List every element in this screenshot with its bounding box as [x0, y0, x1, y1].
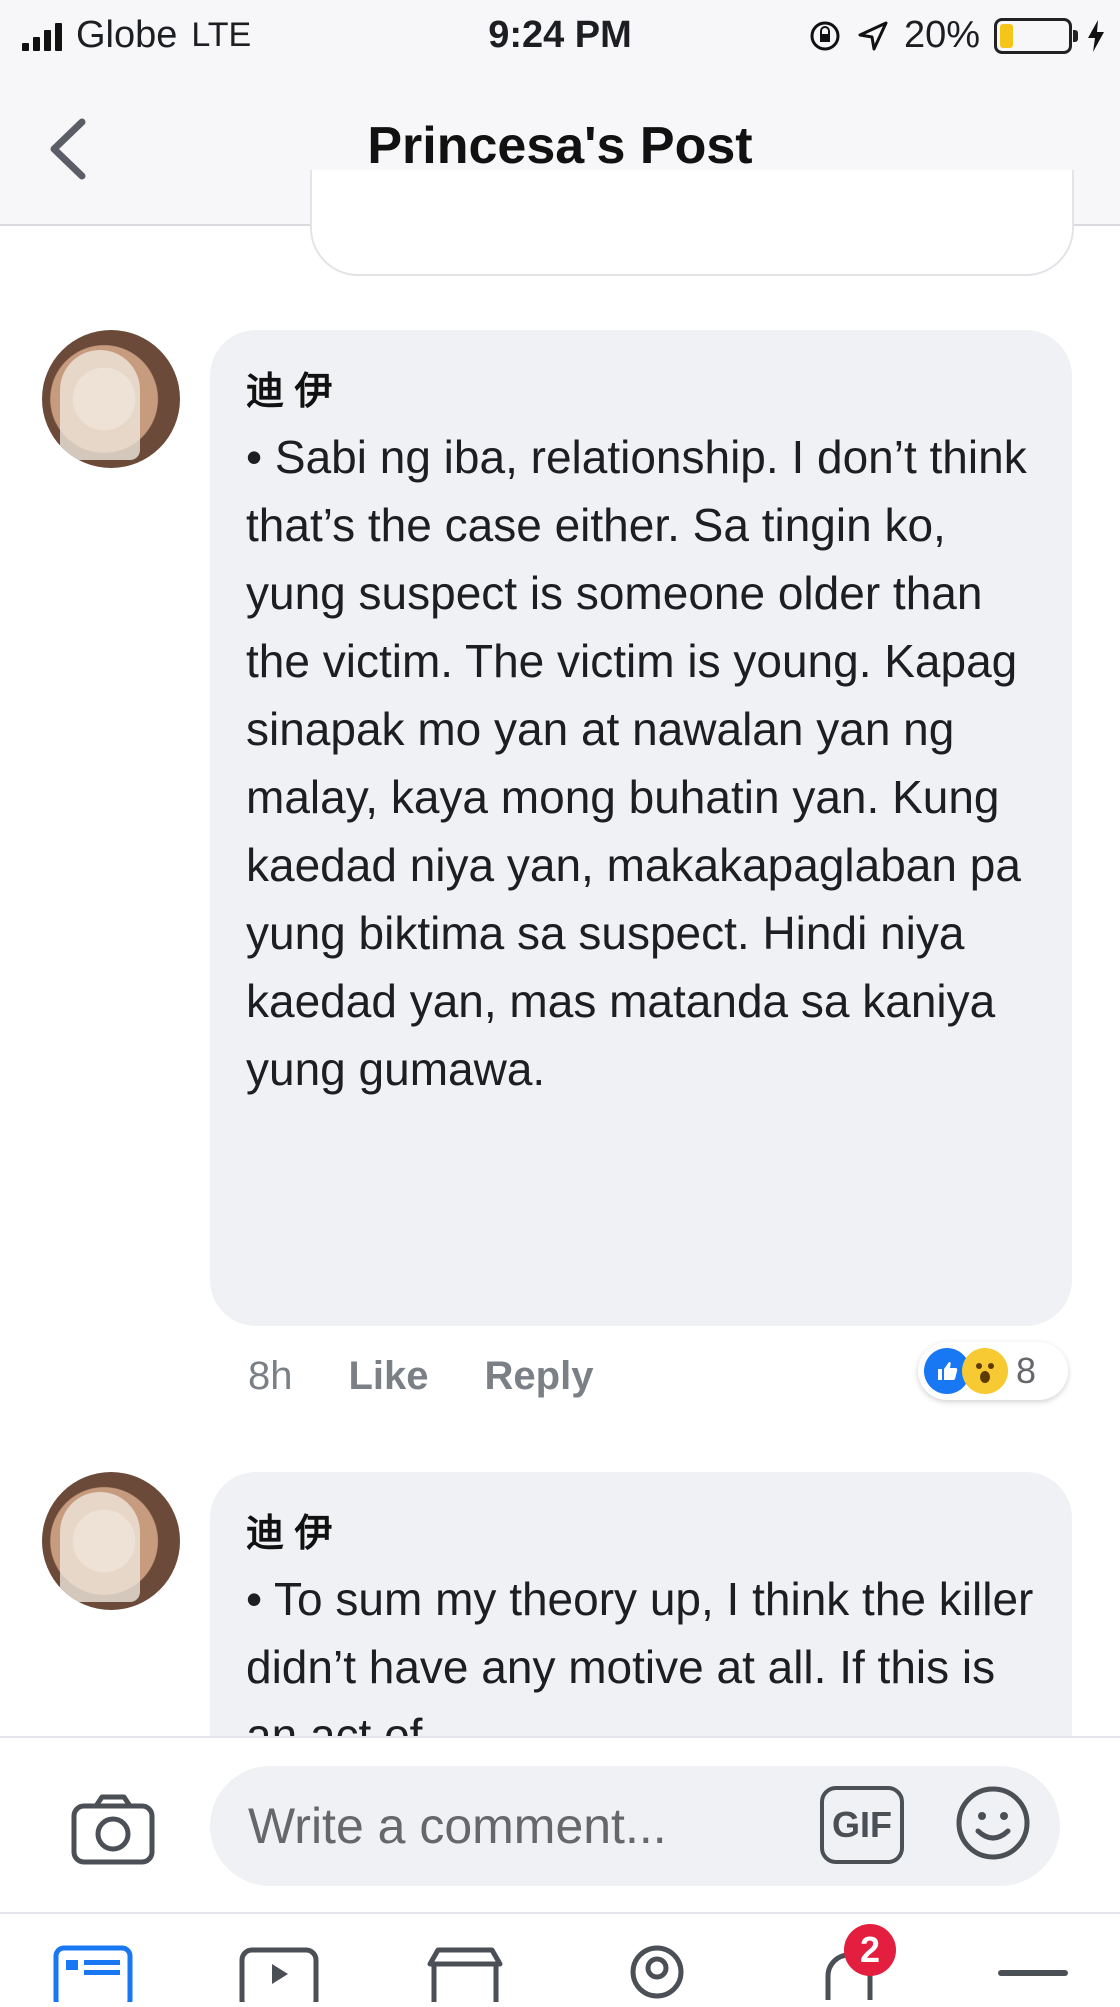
avatar[interactable]: [42, 330, 180, 468]
like-button[interactable]: Like: [349, 1354, 429, 1399]
news-feed-icon[interactable]: [50, 1942, 136, 2002]
comment-time: 8h: [248, 1354, 293, 1398]
marketplace-icon[interactable]: [422, 1942, 508, 2002]
status-bar: Globe LTE 9:24 PM 20%: [0, 0, 1120, 72]
notifications-tab[interactable]: 2: [806, 1924, 896, 2002]
menu-icon[interactable]: [990, 1942, 1076, 2002]
reply-button[interactable]: Reply: [485, 1354, 594, 1399]
comment-list[interactable]: 迪 伊 • Sabi ng iba, relationship. I don’t…: [0, 226, 1120, 1736]
page-title: Princesa's Post: [367, 117, 753, 175]
comment-input[interactable]: Write a comment...: [210, 1766, 1060, 1886]
status-right: 20%: [808, 14, 1106, 57]
battery-icon: [994, 17, 1078, 54]
comment-author[interactable]: 迪 伊: [246, 1502, 1038, 1557]
reaction-count: 8: [1016, 1350, 1037, 1391]
comment-bubble[interactable]: 迪 伊 • Sabi ng iba, relationship. I don’t…: [210, 330, 1072, 1326]
rotation-lock-icon: [810, 21, 840, 50]
comment-text: • To sum my theory up, I think the kille…: [246, 1573, 1034, 1736]
battery-percent: 20%: [903, 14, 980, 56]
wow-reaction-icon: [962, 1348, 1008, 1394]
comment-author[interactable]: 迪 伊: [246, 360, 1038, 415]
comment-actions: 8h Like Reply: [248, 1354, 593, 1399]
location-arrow-icon: [858, 21, 888, 50]
groups-icon[interactable]: [614, 1942, 700, 2002]
reaction-summary[interactable]: 8: [918, 1342, 1068, 1400]
comment-bubble[interactable]: 迪 伊 • To sum my theory up, I think the k…: [210, 1472, 1072, 1736]
watch-video-icon[interactable]: [236, 1942, 322, 2002]
gif-button[interactable]: GIF: [820, 1786, 904, 1864]
camera-icon[interactable]: [70, 1792, 156, 1866]
avatar[interactable]: [42, 1472, 180, 1610]
sticker-smiley-icon[interactable]: [954, 1784, 1032, 1862]
charging-bolt-icon: [1088, 19, 1104, 52]
notification-badge: 2: [844, 1924, 896, 1976]
bottom-tab-bar: 2: [0, 1912, 1120, 2002]
comment-text: • Sabi ng iba, relationship. I don’t thi…: [246, 431, 1027, 1095]
comment-composer: Write a comment... GIF: [0, 1736, 1120, 1914]
